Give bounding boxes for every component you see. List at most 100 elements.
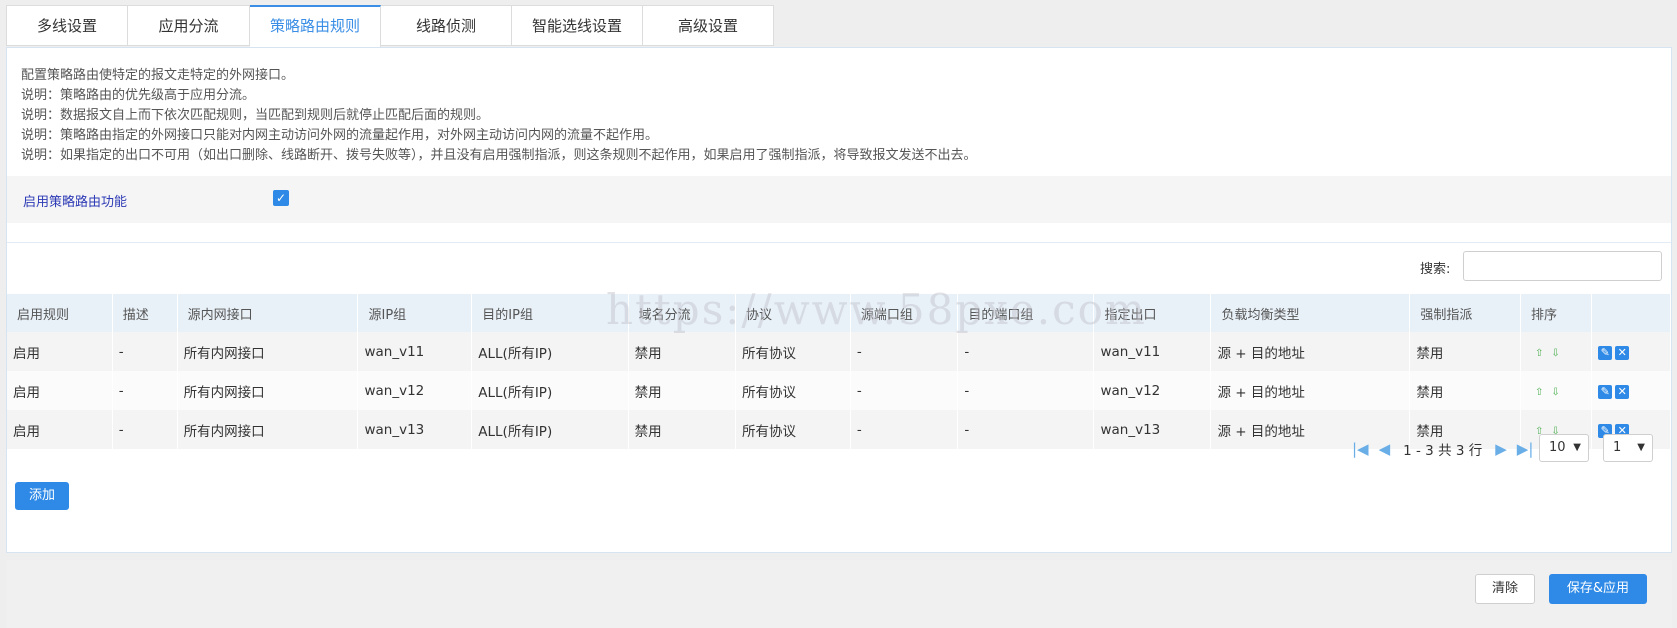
col-header-dst-ip-group[interactable]: 目的IP组 — [471, 294, 629, 332]
note-line: 说明：策略路由指定的外网接口只能对内网主动访问外网的流量起作用，对外网主动访问内… — [21, 128, 659, 143]
note-line: 说明：如果指定的出口不可用（如出口删除、线路断开、拨号失败等），并且没有启用强制… — [21, 148, 977, 163]
table-row: 启用 - 所有内网接口 wan_v11 ALL(所有IP) 禁用 所有协议 - … — [7, 332, 1671, 371]
cell-enabled: 启用 — [7, 410, 113, 449]
note-line: 配置策略路由使特定的报文走特定的外网接口。 — [21, 68, 295, 83]
search-input[interactable] — [1463, 251, 1662, 281]
cell-src-port-group: - — [850, 371, 959, 410]
cell-enabled: 启用 — [7, 371, 113, 410]
col-header-sort: 排序 — [1520, 294, 1593, 332]
cell-domain-split: 禁用 — [628, 332, 737, 371]
search-label: 搜索: — [1420, 262, 1451, 277]
chevron-down-icon: ▼ — [1637, 442, 1645, 453]
cell-dst-ip-group: ALL(所有IP) — [471, 371, 629, 410]
cell-outlet: wan_v12 — [1093, 371, 1212, 410]
cell-sort: ⇧ ⇩ — [1520, 371, 1593, 410]
cell-load-balance: 源 + 目的地址 — [1210, 371, 1411, 410]
move-down-icon[interactable]: ⇩ — [1551, 348, 1559, 359]
col-header-dst-port-group[interactable]: 目的端口组 — [957, 294, 1095, 332]
enable-policy-route-label: 启用策略路由功能 — [23, 195, 128, 210]
delete-icon[interactable]: ✕ — [1615, 384, 1630, 399]
description-notes: 配置策略路由使特定的报文走特定的外网接口。 说明：策略路由的优先级高于应用分流。… — [21, 66, 977, 166]
tab-advanced[interactable]: 高级设置 — [643, 5, 774, 46]
cell-src-interface: 所有内网接口 — [177, 410, 359, 449]
col-header-src-interface[interactable]: 源内网接口 — [177, 294, 359, 332]
cell-src-port-group: - — [850, 332, 959, 371]
next-page-icon[interactable]: ▶ — [1495, 440, 1507, 458]
cell-protocol: 所有协议 — [735, 371, 851, 410]
rules-table: 启用规则 描述 源内网接口 源IP组 目的IP组 域名分流 协议 源端口组 目的… — [7, 294, 1671, 449]
cell-dst-port-group: - — [957, 410, 1095, 449]
edit-icon[interactable]: ✎ — [1598, 345, 1613, 360]
cell-src-ip-group: wan_v13 — [357, 410, 473, 449]
tab-multiline[interactable]: 多线设置 — [6, 5, 128, 46]
page-summary: 1 - 3 共 3 行 — [1403, 443, 1483, 459]
col-header-actions — [1591, 294, 1671, 332]
tab-bar: 多线设置 应用分流 策略路由规则 线路侦测 智能选线设置 高级设置 — [6, 5, 774, 48]
first-page-icon[interactable]: |◀ — [1352, 440, 1369, 458]
col-header-protocol[interactable]: 协议 — [735, 294, 851, 332]
divider — [7, 242, 1671, 243]
move-up-icon[interactable]: ⇧ — [1535, 348, 1543, 359]
cell-load-balance: 源 + 目的地址 — [1210, 332, 1411, 371]
cell-enabled: 启用 — [7, 332, 113, 371]
cell-src-ip-group: wan_v12 — [357, 371, 473, 410]
col-header-enabled[interactable]: 启用规则 — [7, 294, 113, 332]
cell-outlet: wan_v11 — [1093, 332, 1212, 371]
clear-button[interactable]: 清除 — [1475, 574, 1535, 604]
col-header-src-port-group[interactable]: 源端口组 — [850, 294, 959, 332]
cell-description: - — [112, 410, 178, 449]
cell-dst-ip-group: ALL(所有IP) — [471, 410, 629, 449]
last-page-icon[interactable]: ▶| — [1517, 440, 1534, 458]
cell-outlet: wan_v13 — [1093, 410, 1212, 449]
cell-force-assign: 禁用 — [1409, 332, 1521, 371]
table-header: 启用规则 描述 源内网接口 源IP组 目的IP组 域名分流 协议 源端口组 目的… — [7, 294, 1671, 332]
page-number-value: 1 — [1613, 440, 1622, 455]
tab-smart-select[interactable]: 智能选线设置 — [512, 5, 643, 46]
cell-protocol: 所有协议 — [735, 332, 851, 371]
col-header-description[interactable]: 描述 — [112, 294, 178, 332]
cell-src-ip-group: wan_v11 — [357, 332, 473, 371]
cell-description: - — [112, 371, 178, 410]
col-header-load-balance[interactable]: 负载均衡类型 — [1210, 294, 1411, 332]
enable-row: 启用策略路由功能 ✓ — [7, 176, 1671, 223]
cell-dst-ip-group: ALL(所有IP) — [471, 332, 629, 371]
cell-actions: ✎ ✕ — [1591, 332, 1671, 371]
add-rule-button[interactable]: 添加 — [15, 482, 69, 510]
cell-src-port-group: - — [850, 410, 959, 449]
policy-route-panel: 配置策略路由使特定的报文走特定的外网接口。 说明：策略路由的优先级高于应用分流。… — [6, 47, 1672, 553]
page-number-select[interactable]: 1 ▼ — [1603, 434, 1653, 462]
cell-actions: ✎ ✕ — [1591, 371, 1671, 410]
cell-src-interface: 所有内网接口 — [177, 371, 359, 410]
delete-icon[interactable]: ✕ — [1615, 345, 1630, 360]
cell-protocol: 所有协议 — [735, 410, 851, 449]
cell-force-assign: 禁用 — [1409, 371, 1521, 410]
cell-src-interface: 所有内网接口 — [177, 332, 359, 371]
page-size-select[interactable]: 10 ▼ — [1539, 434, 1589, 462]
footer-bar — [6, 560, 1672, 628]
page-size-value: 10 — [1549, 440, 1566, 455]
tab-policy-route[interactable]: 策略路由规则 — [250, 5, 381, 48]
col-header-outlet[interactable]: 指定出口 — [1093, 294, 1212, 332]
move-down-icon[interactable]: ⇩ — [1551, 387, 1559, 398]
pagination: |◀ ◀ 1 - 3 共 3 行 ▶ ▶| — [1347, 434, 1538, 464]
cell-dst-port-group: - — [957, 371, 1095, 410]
save-apply-button[interactable]: 保存&应用 — [1549, 574, 1647, 604]
prev-page-icon[interactable]: ◀ — [1379, 440, 1391, 458]
table-row: 启用 - 所有内网接口 wan_v12 ALL(所有IP) 禁用 所有协议 - … — [7, 371, 1671, 410]
col-header-force-assign[interactable]: 强制指派 — [1409, 294, 1521, 332]
col-header-domain-split[interactable]: 域名分流 — [628, 294, 737, 332]
edit-icon[interactable]: ✎ — [1598, 384, 1613, 399]
note-line: 说明：策略路由的优先级高于应用分流。 — [21, 88, 256, 103]
enable-policy-route-checkbox[interactable]: ✓ — [273, 190, 289, 206]
tab-line-detect[interactable]: 线路侦测 — [381, 5, 512, 46]
tab-app-split[interactable]: 应用分流 — [128, 5, 250, 46]
cell-domain-split: 禁用 — [628, 410, 737, 449]
note-line: 说明：数据报文自上而下依次匹配规则，当匹配到规则后就停止匹配后面的规则。 — [21, 108, 490, 123]
chevron-down-icon: ▼ — [1573, 442, 1581, 453]
cell-domain-split: 禁用 — [628, 371, 737, 410]
cell-dst-port-group: - — [957, 332, 1095, 371]
move-up-icon[interactable]: ⇧ — [1535, 387, 1543, 398]
cell-description: - — [112, 332, 178, 371]
col-header-src-ip-group[interactable]: 源IP组 — [357, 294, 473, 332]
cell-sort: ⇧ ⇩ — [1520, 332, 1593, 371]
